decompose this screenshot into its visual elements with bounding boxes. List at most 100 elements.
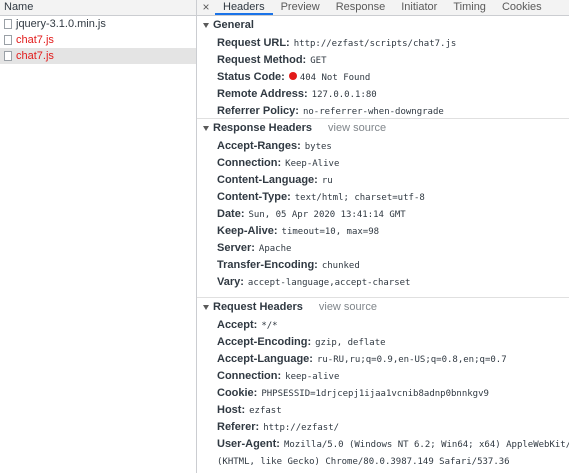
request-row-chat7[interactable]: chat7.js [0,32,196,48]
header-key: Content-Type: [217,191,291,203]
status-error-icon [288,72,297,81]
header-value: Keep-Alive [285,159,340,169]
header-key: Date: [217,208,245,220]
header-value: timeout=10, max=98 [281,227,380,237]
request-details-panel: × Headers Preview Response Initiator Tim… [197,0,569,473]
tab-preview[interactable]: Preview [273,0,328,15]
request-row-jquery[interactable]: jquery-3.1.0.min.js [0,16,196,32]
header-value: no-referrer-when-downgrade [302,107,444,117]
header-value: */* [261,321,278,331]
file-icon [4,35,12,45]
header-value: ru [321,176,333,186]
header-key: Accept-Encoding: [217,336,312,348]
header-key: Connection: [217,370,282,382]
request-name: chat7.js [16,34,54,46]
status-code-row: Status Code: 404 Not Found [197,69,569,86]
header-key: Server: [217,242,255,254]
tab-response[interactable]: Response [328,0,394,15]
header-row: Connection: keep-alive [197,368,569,385]
header-key: Referrer Policy: [217,105,299,117]
header-value: 404 Not Found [299,73,371,83]
close-icon[interactable]: × [197,0,215,15]
expand-triangle-icon [203,126,209,131]
header-value: GET [310,56,327,66]
general-title: General [213,19,254,31]
file-icon [4,51,12,61]
referrer-policy-row: Referrer Policy: no-referrer-when-downgra… [197,103,569,120]
header-key: Connection: [217,157,282,169]
header-row: Accept-Language: ru-RU,ru;q=0.9,en-US;q=0… [197,351,569,368]
header-key: Transfer-Encoding: [217,259,318,271]
header-value: chunked [321,261,360,271]
header-row: Date: Sun, 05 Apr 2020 13:41:14 GMT [197,206,569,223]
header-row: Accept-Encoding: gzip, deflate [197,334,569,351]
header-value: 127.0.0.1:80 [311,90,377,100]
header-key: Host: [217,404,246,416]
header-key: Accept: [217,319,258,331]
header-key: Keep-Alive: [217,225,278,237]
header-row: Content-Type: text/html; charset=utf-8 [197,189,569,206]
name-column-header[interactable]: Name [0,0,196,16]
header-row: User-Agent: Mozilla/5.0 (Windows NT 6.2; … [197,436,569,453]
request-headers-header[interactable]: Request Headers view source [197,298,569,317]
header-key: User-Agent: [217,438,280,450]
header-value: keep-alive [285,372,340,382]
header-value: PHPSESSID=1drjcepj1ijaa1vcnib8adnp0bnnkg… [261,389,489,399]
header-row: Transfer-Encoding: chunked [197,257,569,274]
header-row: Content-Language: ru [197,172,569,189]
header-key: Status Code: [217,71,285,83]
header-value: accept-language,accept-charset [247,278,411,288]
header-row-continuation: (KHTML, like Gecko) Chrome/80.0.3987.149… [197,453,569,470]
response-headers-header[interactable]: Response Headers view source [197,119,569,138]
header-key: Request URL: [217,37,290,49]
header-row: Keep-Alive: timeout=10, max=98 [197,223,569,240]
tab-headers[interactable]: Headers [215,0,273,15]
request-name: chat7.js [16,50,54,62]
header-row: Accept: */* [197,317,569,334]
view-source-link[interactable]: view source [319,298,377,317]
tab-timing[interactable]: Timing [445,0,494,15]
header-row: Vary: accept-language,accept-charset [197,274,569,291]
header-key: Accept-Language: [217,353,313,365]
request-headers-section: Request Headers view source Accept: */* A… [197,298,569,470]
header-row: Referer: http://ezfast/ [197,419,569,436]
header-row: Connection: Keep-Alive [197,155,569,172]
header-value: text/html; charset=utf-8 [294,193,425,203]
request-method-row: Request Method: GET [197,52,569,69]
request-name: jquery-3.1.0.min.js [16,18,106,30]
header-row: Cookie: PHPSESSID=1drjcepj1ijaa1vcnib8adn… [197,385,569,402]
header-value: http://ezfast/ [263,423,340,433]
expand-triangle-icon [203,23,209,28]
header-value: ru-RU,ru;q=0.9,en-US;q=0.8,en;q=0.7 [316,355,507,365]
general-section-header[interactable]: General [197,16,569,35]
response-headers-section: Response Headers view source Accept-Rang… [197,119,569,298]
response-headers-title: Response Headers [213,122,313,134]
header-row: Server: Apache [197,240,569,257]
view-source-link[interactable]: view source [328,119,386,138]
header-row: Host: ezfast [197,402,569,419]
header-key: Accept-Ranges: [217,140,301,152]
header-row: Accept-Ranges: bytes [197,138,569,155]
request-row-chat7-selected[interactable]: chat7.js [0,48,196,64]
header-value: gzip, deflate [315,338,386,348]
header-value: bytes [304,142,332,152]
header-key: Referer: [217,421,260,433]
tab-initiator[interactable]: Initiator [393,0,445,15]
request-list-panel: Name jquery-3.1.0.min.js chat7.js chat7.… [0,0,197,473]
expand-triangle-icon [203,305,209,310]
general-section: General Request URL: http://ezfast/script… [197,16,569,119]
tab-cookies[interactable]: Cookies [494,0,550,15]
header-value: Sun, 05 Apr 2020 13:41:14 GMT [248,210,406,220]
remote-address-row: Remote Address: 127.0.0.1:80 [197,86,569,103]
header-key: Cookie: [217,387,258,399]
header-key: Request Method: [217,54,307,66]
header-value: (KHTML, like Gecko) Chrome/80.0.3987.149… [217,457,510,467]
file-icon [4,19,12,29]
header-key: Remote Address: [217,88,308,100]
header-value: Apache [258,244,292,254]
request-headers-title: Request Headers [213,301,303,313]
details-tab-bar: × Headers Preview Response Initiator Tim… [197,0,569,16]
header-value: ezfast [249,406,282,416]
header-key: Vary: [217,276,244,288]
header-value: Mozilla/5.0 (Windows NT 6.2; Win64; x64)… [283,440,569,450]
